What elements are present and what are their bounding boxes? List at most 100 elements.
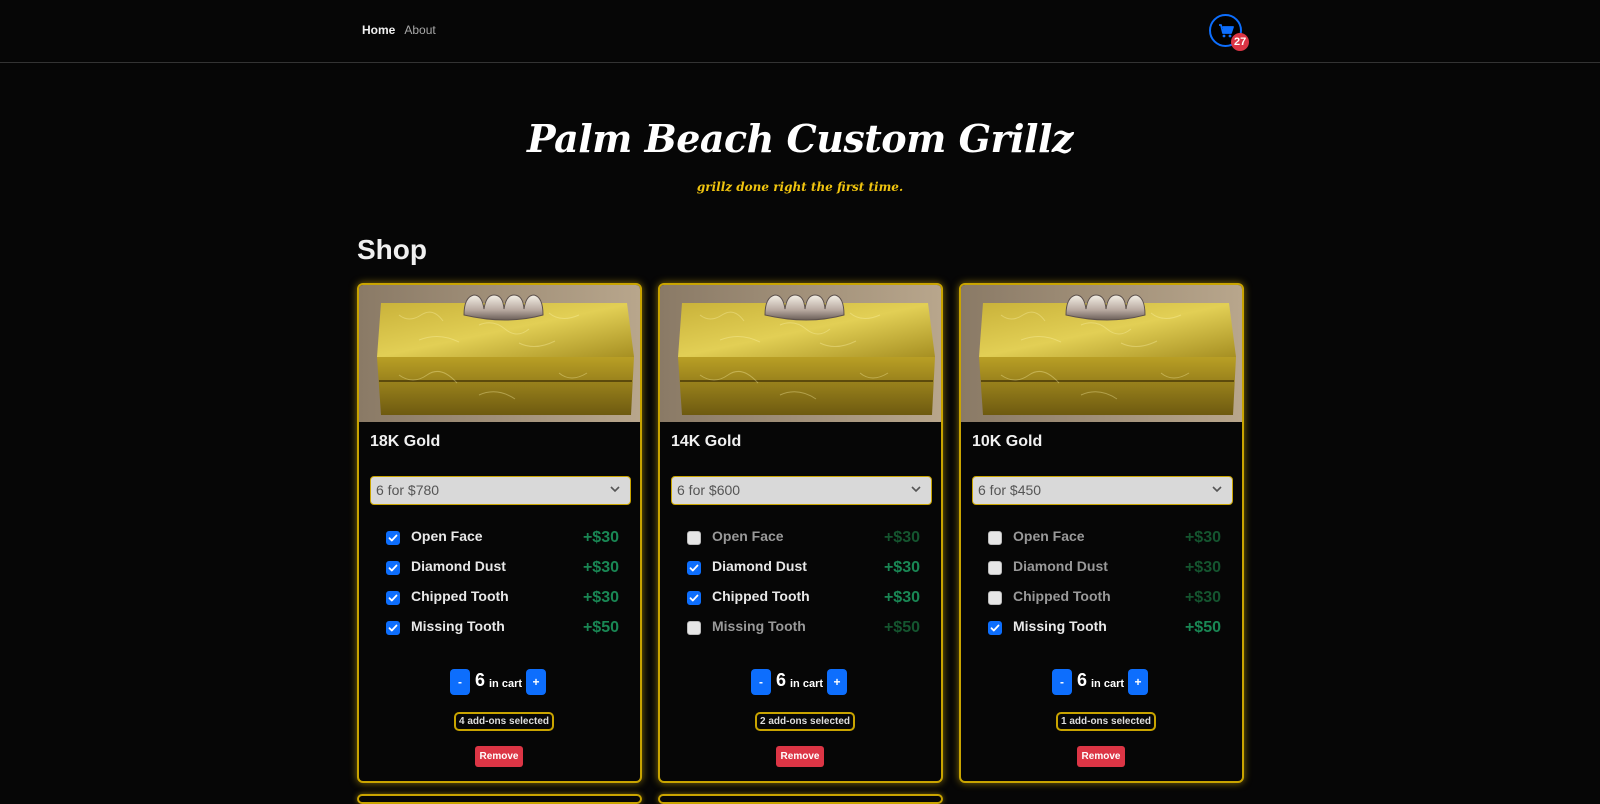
quantity-value: 6 bbox=[1077, 670, 1088, 690]
addon-label[interactable]: Missing Tooth bbox=[712, 618, 806, 634]
check-icon bbox=[388, 624, 398, 632]
addon-option: Chipped Tooth +$30 bbox=[386, 588, 619, 608]
check-icon bbox=[990, 624, 1000, 632]
product-image bbox=[359, 285, 640, 422]
addon-option: Chipped Tooth +$30 bbox=[687, 588, 920, 608]
nav-link-home[interactable]: Home bbox=[362, 23, 395, 37]
addon-label[interactable]: Chipped Tooth bbox=[1013, 588, 1111, 604]
check-icon bbox=[388, 564, 398, 572]
quantity-value: 6 bbox=[475, 670, 486, 690]
addon-checkbox[interactable] bbox=[687, 531, 701, 545]
addon-price: +$50 bbox=[582, 619, 619, 636]
addon-label[interactable]: Open Face bbox=[411, 528, 483, 544]
addon-price: +$30 bbox=[1184, 589, 1221, 606]
addon-checkbox[interactable] bbox=[386, 621, 400, 635]
remove-button[interactable]: Remove bbox=[1077, 746, 1125, 767]
addon-option: Diamond Dust +$30 bbox=[988, 558, 1221, 578]
addon-price: +$30 bbox=[1184, 529, 1221, 546]
addon-option: Missing Tooth +$50 bbox=[988, 618, 1221, 638]
addon-price: +$30 bbox=[883, 529, 920, 546]
cart-count-badge: 27 bbox=[1231, 33, 1250, 51]
addon-label[interactable]: Diamond Dust bbox=[712, 558, 807, 574]
check-icon bbox=[689, 594, 699, 602]
addon-option: Open Face +$30 bbox=[988, 528, 1221, 548]
addon-price: +$30 bbox=[883, 559, 920, 576]
addon-checkbox[interactable] bbox=[386, 591, 400, 605]
product-card-0: 18K Gold 6 for $780 Open Face +$30 Diamond… bbox=[357, 283, 642, 783]
product-card-peek bbox=[658, 794, 943, 804]
increment-button[interactable]: + bbox=[1128, 669, 1148, 695]
addon-checkbox[interactable] bbox=[687, 591, 701, 605]
price-select-value: 6 for $600 bbox=[677, 482, 741, 498]
remove-button[interactable]: Remove bbox=[475, 746, 523, 767]
addon-price: +$30 bbox=[883, 589, 920, 606]
increment-button[interactable]: + bbox=[526, 669, 546, 695]
addon-price: +$50 bbox=[883, 619, 920, 636]
navbar: Home About 27 bbox=[0, 0, 1600, 63]
addon-checkbox[interactable] bbox=[687, 561, 701, 575]
product-image bbox=[961, 285, 1242, 422]
chevron-down-icon bbox=[1212, 486, 1222, 493]
shop-heading: Shop bbox=[357, 234, 427, 265]
decrement-button[interactable]: - bbox=[450, 669, 470, 695]
addon-label[interactable]: Diamond Dust bbox=[411, 558, 506, 574]
decrement-button[interactable]: - bbox=[1052, 669, 1072, 695]
addon-label[interactable]: Chipped Tooth bbox=[411, 588, 509, 604]
increment-button[interactable]: + bbox=[827, 669, 847, 695]
hero-tagline: grillz done right the first time. bbox=[696, 180, 904, 194]
addon-option: Diamond Dust +$30 bbox=[687, 558, 920, 578]
addon-checkbox[interactable] bbox=[988, 561, 1002, 575]
addon-option: Chipped Tooth +$30 bbox=[988, 588, 1221, 608]
addon-label[interactable]: Missing Tooth bbox=[1013, 618, 1107, 634]
product-title: 18K Gold bbox=[370, 433, 441, 450]
addon-checkbox[interactable] bbox=[988, 591, 1002, 605]
quantity-label: in cart bbox=[1091, 678, 1125, 690]
chevron-down-icon bbox=[610, 486, 620, 493]
addon-price: +$30 bbox=[582, 559, 619, 576]
product-card-1: 14K Gold 6 for $600 Open Face +$30 Diamond… bbox=[658, 283, 943, 783]
addon-label[interactable]: Open Face bbox=[712, 528, 784, 544]
check-icon bbox=[689, 564, 699, 572]
addon-price: +$30 bbox=[582, 589, 619, 606]
addon-option: Open Face +$30 bbox=[687, 528, 920, 548]
addon-label[interactable]: Chipped Tooth bbox=[712, 588, 810, 604]
quantity-stepper: - 6 in cart + bbox=[359, 669, 640, 695]
addon-checkbox[interactable] bbox=[988, 531, 1002, 545]
price-select[interactable]: 6 for $780 bbox=[370, 476, 631, 505]
addon-price: +$30 bbox=[582, 529, 619, 546]
addon-option: Diamond Dust +$30 bbox=[386, 558, 619, 578]
addon-checkbox[interactable] bbox=[386, 531, 400, 545]
quantity-value: 6 bbox=[776, 670, 787, 690]
nav-link-about[interactable]: About bbox=[404, 23, 435, 37]
price-select-value: 6 for $450 bbox=[978, 482, 1042, 498]
check-icon bbox=[388, 534, 398, 542]
nav-links: Home About bbox=[362, 23, 436, 37]
addons-summary-badge: 4 add-ons selected bbox=[454, 712, 555, 731]
addon-checkbox[interactable] bbox=[687, 621, 701, 635]
price-select[interactable]: 6 for $450 bbox=[972, 476, 1233, 505]
product-title: 14K Gold bbox=[671, 433, 742, 450]
cart-button[interactable]: 27 bbox=[1209, 14, 1250, 51]
quantity-label: in cart bbox=[489, 678, 523, 690]
chevron-down-icon bbox=[911, 486, 921, 493]
remove-button[interactable]: Remove bbox=[776, 746, 824, 767]
quantity-stepper: - 6 in cart + bbox=[961, 669, 1242, 695]
addon-label[interactable]: Diamond Dust bbox=[1013, 558, 1108, 574]
quantity-stepper: - 6 in cart + bbox=[660, 669, 941, 695]
addon-option: Open Face +$30 bbox=[386, 528, 619, 548]
price-select-value: 6 for $780 bbox=[376, 482, 440, 498]
hero-title: Palm Beach Custom Grillz bbox=[527, 116, 1073, 161]
addon-checkbox[interactable] bbox=[386, 561, 400, 575]
addon-label[interactable]: Open Face bbox=[1013, 528, 1085, 544]
addon-label[interactable]: Missing Tooth bbox=[411, 618, 505, 634]
addon-checkbox[interactable] bbox=[988, 621, 1002, 635]
price-select[interactable]: 6 for $600 bbox=[671, 476, 932, 505]
product-title: 10K Gold bbox=[972, 433, 1043, 450]
product-card-2: 10K Gold 6 for $450 Open Face +$30 Diamond… bbox=[959, 283, 1244, 783]
addons-summary-badge: 1 add-ons selected bbox=[1056, 712, 1157, 731]
addon-option: Missing Tooth +$50 bbox=[687, 618, 920, 638]
addon-price: +$30 bbox=[1184, 559, 1221, 576]
decrement-button[interactable]: - bbox=[751, 669, 771, 695]
product-card-peek bbox=[357, 794, 642, 804]
addon-option: Missing Tooth +$50 bbox=[386, 618, 619, 638]
